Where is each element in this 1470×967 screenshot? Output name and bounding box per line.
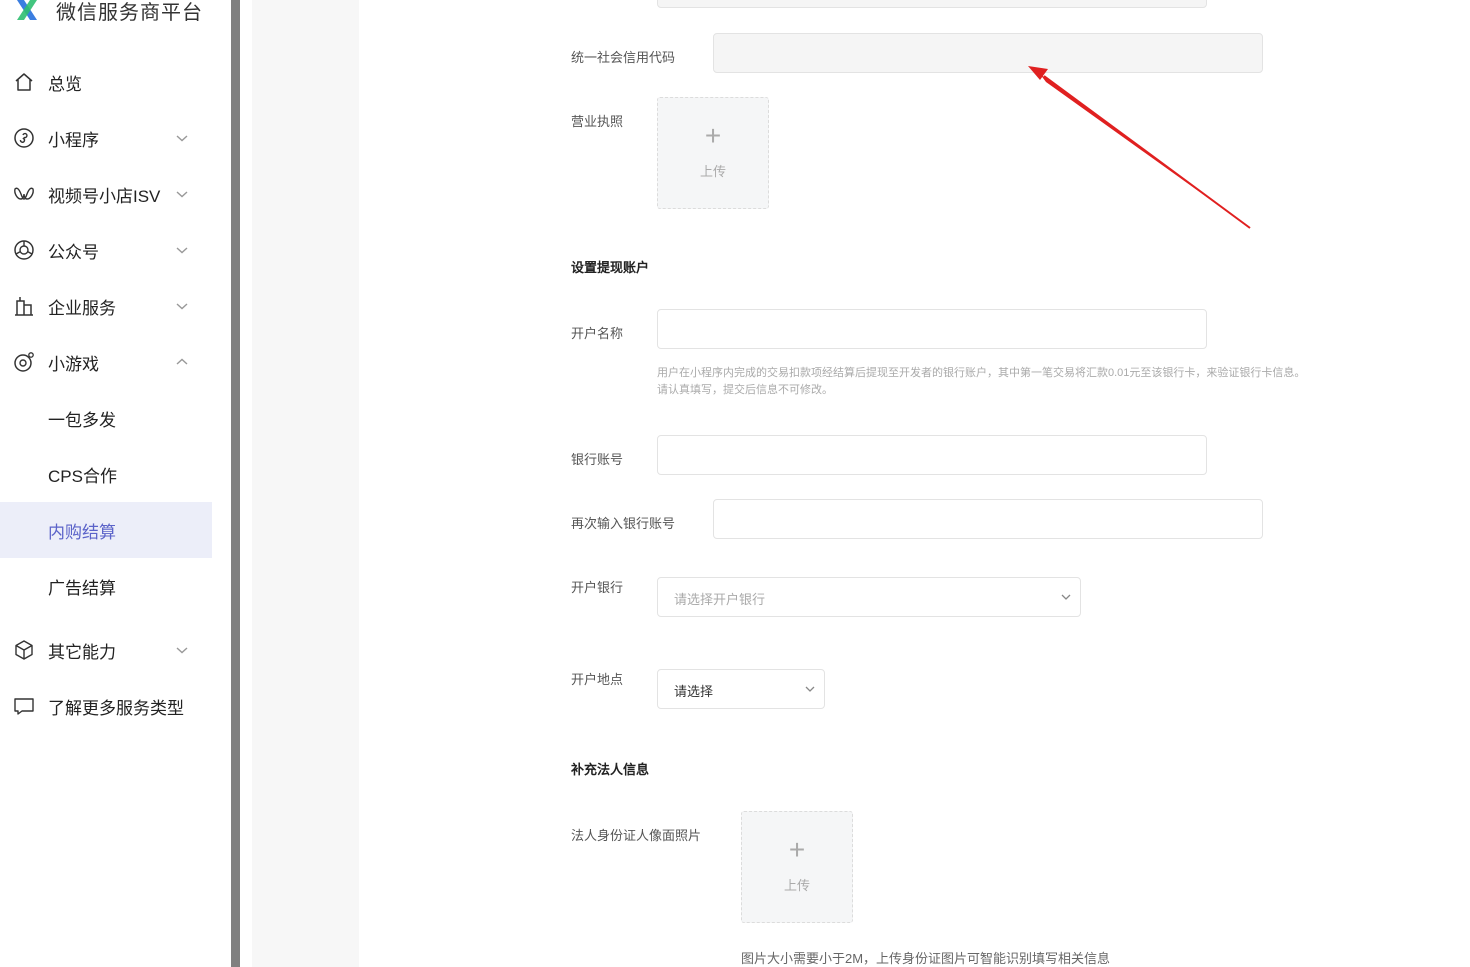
id-photo-upload[interactable]: + 上传 [741,811,853,923]
sidebar-item-mini-game[interactable]: 小游戏 [0,334,212,390]
id-photo-note: 图片大小需要小于2M，上传身份证图片可智能识别填写相关信息 [741,951,1111,966]
content-gutter [252,0,359,967]
sidebar-item-label: 一包多发 [48,410,116,430]
plus-icon: + [704,120,722,151]
previous-field-input[interactable] [657,0,1207,8]
enterprise-icon [12,294,36,318]
settlement-form: 统一社会信用代码 营业执照 + 上传 设置提现账户 开户名称 用户在小程序内完成… [359,0,1470,967]
id-photo-label: 法人身份证人像面照片 [571,828,702,843]
location-select[interactable]: 请选择 [657,669,825,709]
cube-icon [12,638,36,662]
sidebar-item-more-services[interactable]: 了解更多服务类型 [0,678,212,734]
location-label: 开户地点 [571,672,624,687]
chevron-up-icon [176,358,188,365]
mini-program-icon [12,126,36,150]
account-hint-line1: 用户在小程序内完成的交易扣款项经结算后提现至开发者的银行账户，其中第一笔交易将汇… [657,367,1306,379]
spacer [240,0,252,967]
chevron-down-icon [176,647,188,654]
sidebar-item-channels-isv[interactable]: 视频号小店ISV [0,166,212,222]
mini-game-icon [12,350,36,374]
upload-label: 上传 [699,164,726,179]
chevron-down-icon [1061,594,1071,600]
bank-account-input[interactable] [657,435,1207,475]
legal-section-title: 补充法人信息 [571,762,650,777]
account-hint: 用户在小程序内完成的交易扣款项经结算后提现至开发者的银行账户，其中第一笔交易将汇… [657,365,1305,399]
business-license-upload[interactable]: + 上传 [657,97,769,209]
sidebar-item-label: CPS合作 [48,466,117,486]
bank-account-label: 银行账号 [571,452,624,467]
sidebar-item-official-account[interactable]: 公众号 [0,222,212,278]
sidebar-item-label: 视频号小店ISV [48,186,161,206]
credit-code-input[interactable] [713,33,1263,73]
channels-icon [12,182,36,206]
sidebar-item-label: 公众号 [48,242,99,262]
official-account-icon [12,238,36,262]
brand[interactable]: 微信服务商平台 [14,0,203,28]
account-name-label: 开户名称 [571,326,624,341]
sidebar: 微信服务商平台 总览 小程序 视频号小店ISV 公众号 企业服务 小游戏 一包多… [0,0,231,967]
sidebar-item-label: 总览 [48,74,82,94]
sidebar-scrollbar[interactable] [231,0,240,967]
sidebar-item-label: 其它能力 [48,642,116,662]
location-select-value: 请选择 [674,684,714,699]
account-hint-line2: 请认真填写，提交后信息不可修改。 [657,384,833,396]
sidebar-item-label: 小程序 [48,130,99,150]
bank-select-placeholder: 请选择开户银行 [674,592,766,607]
sidebar-subitem-iap-settlement[interactable]: 内购结算 [0,502,212,558]
home-icon [12,70,36,94]
sidebar-item-label: 内购结算 [48,522,116,542]
chat-icon [12,694,36,718]
sidebar-subitem-cps[interactable]: CPS合作 [0,446,212,502]
sidebar-item-label: 广告结算 [48,578,116,598]
chevron-down-icon [176,191,188,198]
chevron-down-icon [176,135,188,142]
sidebar-item-enterprise[interactable]: 企业服务 [0,278,212,334]
account-name-input[interactable] [657,309,1207,349]
sidebar-item-overview[interactable]: 总览 [0,54,212,110]
sidebar-item-label: 企业服务 [48,298,116,318]
sidebar-item-label: 小游戏 [48,354,99,374]
bank-account-repeat-label: 再次输入银行账号 [571,516,676,531]
sidebar-item-other-capabilities[interactable]: 其它能力 [0,622,212,678]
sidebar-subitem-multi-publish[interactable]: 一包多发 [0,390,212,446]
brand-title: 微信服务商平台 [56,1,203,24]
chevron-down-icon [176,303,188,310]
bank-account-repeat-input[interactable] [713,499,1263,539]
upload-label: 上传 [783,878,810,893]
bank-select[interactable]: 请选择开户银行 [657,577,1081,617]
credit-code-label: 统一社会信用代码 [571,50,676,65]
plus-icon: + [788,834,806,865]
sidebar-item-label: 了解更多服务类型 [48,698,184,718]
business-license-label: 营业执照 [571,114,624,129]
sidebar-subitem-ad-settlement[interactable]: 广告结算 [0,558,212,614]
chevron-down-icon [805,686,815,692]
sidebar-item-mini-program[interactable]: 小程序 [0,110,212,166]
withdraw-section-title: 设置提现账户 [571,260,650,275]
bank-label: 开户银行 [571,580,624,595]
chevron-down-icon [176,247,188,254]
wechat-service-logo-icon [17,0,37,20]
